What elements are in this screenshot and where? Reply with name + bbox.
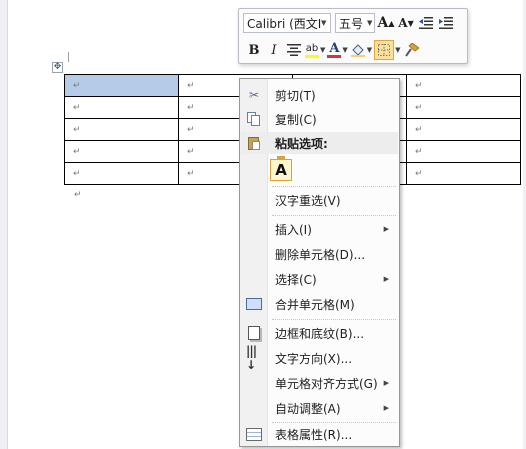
italic-button[interactable]: I <box>265 40 283 60</box>
menu-item-label: 边框和底纹(B)... <box>275 326 365 341</box>
highlight-label: ab <box>305 42 319 54</box>
menu-item-table-properties[interactable]: 表格属性(R)... <box>241 423 398 445</box>
table-move-handle-icon[interactable]: ✥ <box>52 62 63 73</box>
borders-button[interactable] <box>374 40 395 60</box>
menu-item-delete-cells[interactable]: 删除单元格(D)... <box>241 243 398 265</box>
menu-item-cell-alignment[interactable]: 单元格对齐方式(G) ▶ <box>241 372 398 394</box>
font-name-combo[interactable]: Calibri (西文I ▼ <box>243 13 331 33</box>
table-cell[interactable]: ↵ <box>64 118 179 141</box>
clipboard-icon <box>246 135 262 151</box>
format-painter-icon <box>404 43 419 57</box>
table-cell[interactable]: ↵ <box>406 162 521 185</box>
menu-item-label: 文字方向(X)... <box>275 351 353 366</box>
menu-item-label: 合并单元格(M) <box>275 297 355 312</box>
decrease-indent-icon <box>419 17 433 29</box>
font-color-icon: A <box>327 40 342 58</box>
increase-indent-icon <box>439 17 453 29</box>
menu-item-select[interactable]: 选择(C) ▶ <box>241 268 398 290</box>
mini-toolbar-row-1: Calibri (西文I ▼ 五号 ▼ A ▲ A ▼ <box>243 12 455 34</box>
paste-keep-text-only-button[interactable]: A <box>270 156 292 181</box>
bold-button[interactable]: B <box>245 40 263 60</box>
menu-item-label: 单元格对齐方式(G) <box>275 376 378 391</box>
menu-item-autofit[interactable]: 自动调整(A) ▶ <box>241 397 398 419</box>
table-cell[interactable]: ↵ <box>406 74 521 97</box>
grow-font-button[interactable]: A ▲ <box>377 13 395 33</box>
menu-item-merge-cells[interactable]: 合并单元格(M) <box>241 293 398 315</box>
chevron-down-icon[interactable]: ▼ <box>320 46 325 54</box>
menu-item-reconvert[interactable]: 汉字重选(V) <box>241 189 398 211</box>
page-margin-left <box>0 0 8 449</box>
menu-item-label: 汉字重选(V) <box>275 193 341 208</box>
menu-item-copy[interactable]: 复制(C) <box>241 108 398 130</box>
table-properties-icon <box>246 426 262 442</box>
table-cell[interactable]: ↵ <box>406 96 521 119</box>
menu-item-label: 选择(C) <box>275 272 317 287</box>
menu-header-label: 粘贴选项: <box>275 136 328 151</box>
submenu-arrow-icon: ▶ <box>383 379 389 387</box>
menu-item-borders-shading[interactable]: 边框和底纹(B)... <box>241 322 398 344</box>
menu-header-paste-options: 粘贴选项: <box>241 132 398 154</box>
font-color-swatch <box>327 54 342 58</box>
table-cell[interactable]: ↵ <box>64 74 179 97</box>
paste-keep-text-icon: A <box>275 161 287 179</box>
grow-font-icon: A <box>377 15 389 31</box>
font-color-label: A <box>329 40 340 56</box>
highlight-color-swatch <box>305 54 319 58</box>
table-cell[interactable]: ↵ <box>406 140 521 163</box>
shading-icon <box>350 44 365 57</box>
chevron-down-icon[interactable]: ▼ <box>367 19 372 27</box>
mini-toolbar: Calibri (西文I ▼ 五号 ▼ A ▲ A ▼ B I ab ▼ A ▼… <box>238 8 468 64</box>
menu-item-cut[interactable]: ✂ 剪切(T) <box>241 84 398 106</box>
shrink-font-icon: A <box>398 16 408 30</box>
margin-corner-mark <box>68 52 69 62</box>
submenu-arrow-icon: ▶ <box>383 404 389 412</box>
clipboard-tab <box>277 156 285 160</box>
paragraph-mark: ↵ <box>74 190 82 200</box>
submenu-arrow-icon: ▶ <box>383 275 389 283</box>
chevron-down-icon[interactable]: ▼ <box>367 46 372 54</box>
merge-cells-icon <box>246 296 262 312</box>
table-cell[interactable]: ↵ <box>406 118 521 141</box>
context-menu: ✂ 剪切(T) 复制(C) 粘贴选项: A 汉字重选(V) 插入(I) ▶ 删除… <box>239 78 400 447</box>
highlight-button[interactable]: ab ▼ <box>305 40 325 60</box>
table-cell[interactable]: ↵ <box>64 96 179 119</box>
font-size-combo[interactable]: 五号 ▼ <box>335 13 375 33</box>
align-center-button[interactable] <box>285 40 303 60</box>
increase-indent-button[interactable] <box>437 13 455 33</box>
menu-item-label: 表格属性(R)... <box>275 427 353 442</box>
menu-item-label: 插入(I) <box>275 222 312 237</box>
menu-item-label: 删除单元格(D)... <box>275 247 366 262</box>
mini-toolbar-row-2: B I ab ▼ A ▼ ▼ ▼ <box>243 39 421 61</box>
submenu-arrow-icon: ▶ <box>383 225 389 233</box>
decrease-indent-button[interactable] <box>417 13 435 33</box>
align-center-icon <box>287 44 301 56</box>
shading-button[interactable]: ▼ <box>350 40 372 60</box>
copy-icon <box>246 111 262 127</box>
menu-item-label: 复制(C) <box>275 112 317 127</box>
menu-separator <box>272 215 396 216</box>
highlight-icon: ab <box>305 43 319 58</box>
table-cell[interactable]: ↵ <box>64 162 179 185</box>
chevron-down-icon[interactable]: ▼ <box>321 19 326 27</box>
borders-shading-icon <box>246 325 262 341</box>
shrink-font-button[interactable]: A ▼ <box>397 13 415 33</box>
scissors-icon: ✂ <box>248 88 260 102</box>
menu-separator <box>272 319 396 320</box>
text-direction-icon: |||↓ <box>246 344 257 372</box>
table-cell[interactable]: ↵ <box>64 140 179 163</box>
chevron-down-icon[interactable]: ▼ <box>342 46 347 54</box>
font-size-value: 五号 <box>339 16 364 31</box>
format-painter-button[interactable] <box>403 40 421 60</box>
menu-item-label: 自动调整(A) <box>275 401 341 416</box>
menu-separator <box>272 186 396 187</box>
menu-item-text-direction[interactable]: |||↓ 文字方向(X)... <box>241 344 398 372</box>
menu-item-insert[interactable]: 插入(I) ▶ <box>241 218 398 240</box>
font-color-button[interactable]: A ▼ <box>327 40 348 60</box>
borders-icon <box>378 44 391 56</box>
menu-item-label: 剪切(T) <box>275 88 316 103</box>
font-name-value: Calibri (西文I <box>247 16 321 31</box>
chevron-down-icon[interactable]: ▼ <box>395 46 400 54</box>
